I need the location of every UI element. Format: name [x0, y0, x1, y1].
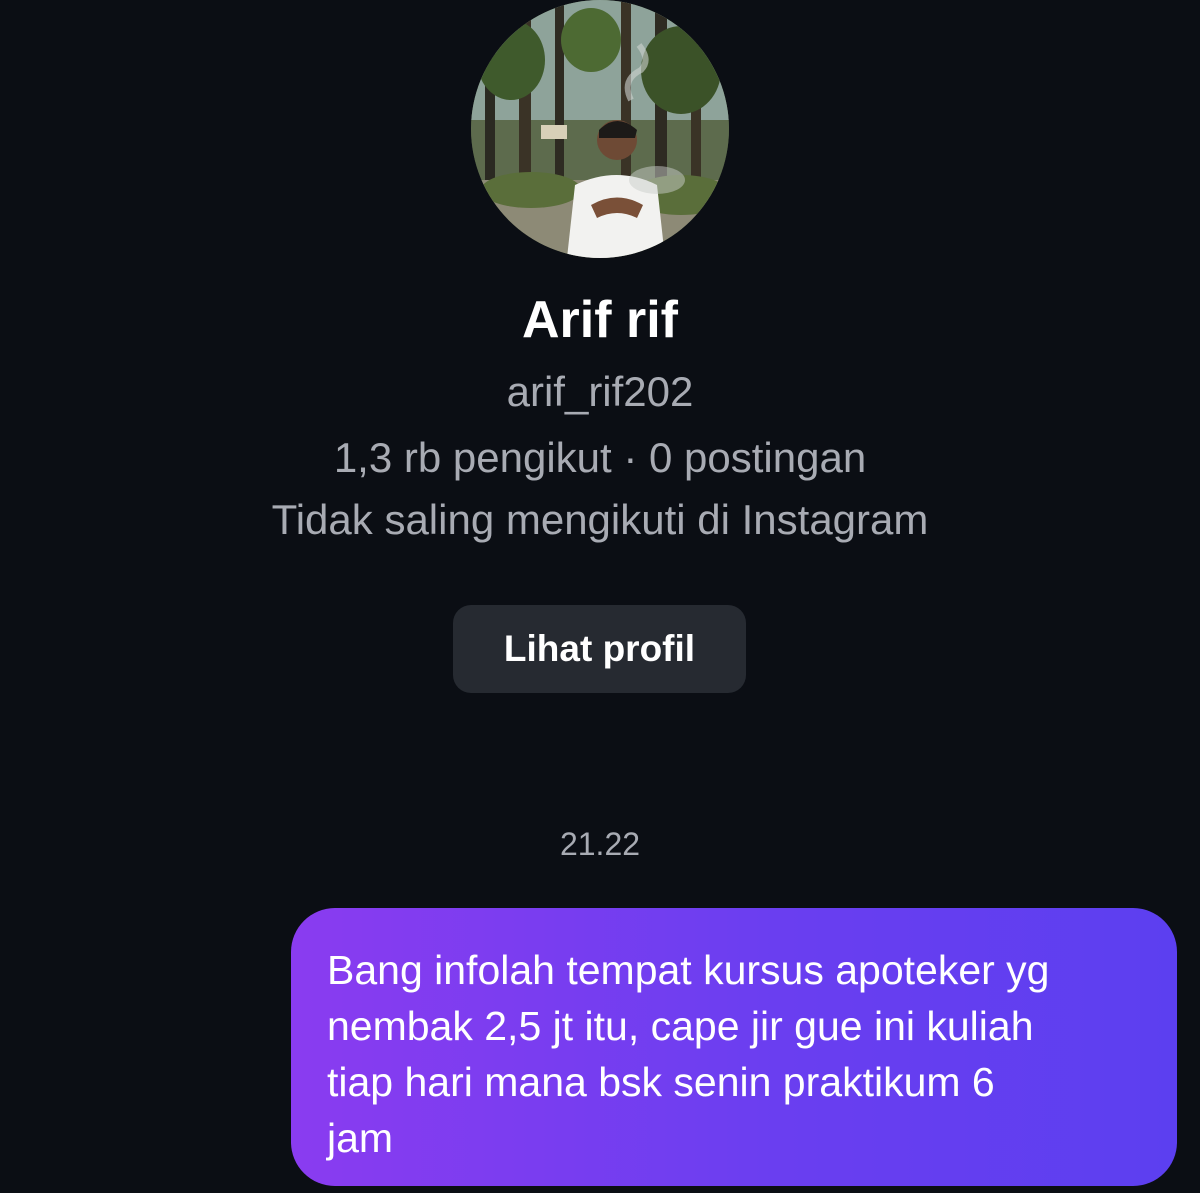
message-timestamp: 21.22 — [559, 826, 641, 862]
profile-photo-icon — [471, 0, 729, 258]
mutual-follow-status: Tidak saling mengikuti di Instagram — [271, 496, 929, 543]
profile-header: Arif rif arif_rif202 1,3 rb pengikut · 0… — [0, 0, 1200, 720]
profile-stats: 1,3 rb pengikut · 0 postingan — [333, 434, 867, 481]
view-profile-button[interactable]: Lihat profil — [453, 605, 746, 693]
sent-message-bubble[interactable]: Bang infolah tempat kursus apoteker yg n… — [291, 908, 1177, 1186]
avatar[interactable] — [471, 0, 729, 258]
message-text: Bang infolah tempat kursus apoteker yg n… — [327, 947, 1050, 1161]
username: arif_rif202 — [506, 368, 694, 415]
display-name: Arif rif — [522, 291, 678, 349]
